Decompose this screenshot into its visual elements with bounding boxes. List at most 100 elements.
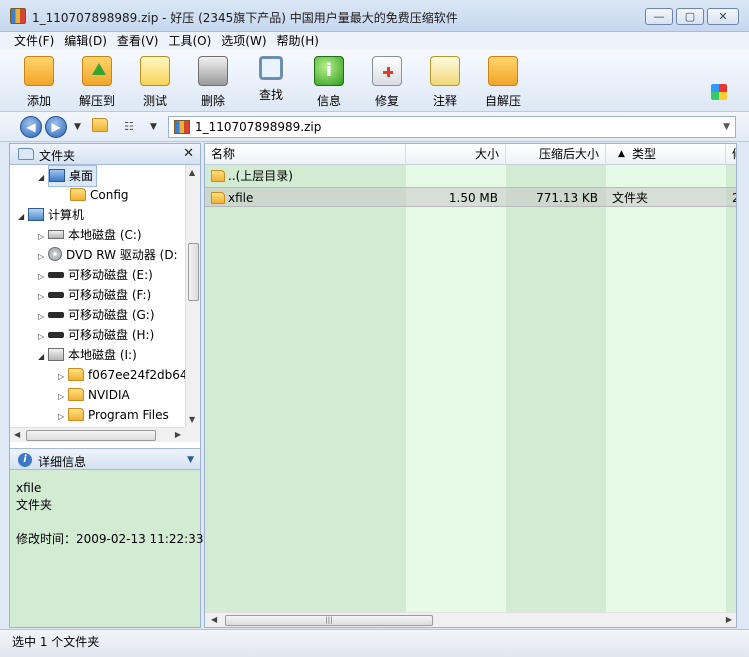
- extract-folder-icon: [82, 56, 112, 86]
- tree-item-computer[interactable]: ◢ 计算机: [18, 205, 84, 225]
- tree-item-desktop[interactable]: ◢ 桌面: [38, 165, 98, 188]
- close-button[interactable]: ✕: [707, 8, 739, 25]
- minimize-button[interactable]: —: [645, 8, 673, 25]
- file-list-pane: 名称 大小 压缩后大小 ▲ 类型 修 ..(上层目录) xfile 1.50 MB…: [204, 143, 737, 628]
- tree-vertical-scrollbar[interactable]: ▲ ▼: [185, 165, 200, 427]
- collapsed-arrow-icon[interactable]: ▷: [38, 287, 48, 307]
- file-row-parent[interactable]: ..(上层目录): [205, 166, 736, 186]
- close-pane-icon[interactable]: ✕: [183, 146, 194, 161]
- comment-button[interactable]: 注释: [418, 56, 472, 110]
- tree-label: DVD RW 驱动器 (D:: [66, 248, 178, 262]
- expanded-arrow-icon[interactable]: ◢: [38, 168, 48, 188]
- column-modified[interactable]: 修: [726, 144, 736, 165]
- menu-options[interactable]: 选项(W): [221, 32, 266, 50]
- collapsed-arrow-icon[interactable]: ▷: [58, 407, 68, 427]
- extract-button[interactable]: 解压到: [70, 56, 124, 110]
- collapsed-arrow-icon[interactable]: ▷: [38, 247, 48, 267]
- trash-icon: [198, 56, 228, 86]
- scroll-right-icon[interactable]: ▶: [175, 430, 181, 439]
- column-packed-size[interactable]: 压缩后大小: [506, 144, 606, 165]
- back-button[interactable]: ◀: [20, 116, 42, 138]
- collapsed-arrow-icon[interactable]: ▷: [38, 307, 48, 327]
- menu-file[interactable]: 文件(F): [14, 32, 54, 50]
- usb-icon: [48, 272, 64, 278]
- tree-item-disk-i[interactable]: ◢ 本地磁盘 (I:): [38, 345, 137, 365]
- magnifier-icon: [259, 56, 283, 80]
- up-folder-icon[interactable]: [92, 118, 108, 132]
- tree-label: 可移动磁盘 (E:): [68, 268, 153, 282]
- expanded-arrow-icon[interactable]: ◢: [18, 207, 28, 227]
- view-mode-icon[interactable]: ☷: [124, 120, 134, 133]
- scroll-up-icon[interactable]: ▲: [189, 168, 195, 177]
- repair-button[interactable]: 修复: [360, 56, 414, 110]
- tree-item-nvidia[interactable]: ▷ NVIDIA: [58, 385, 130, 405]
- menu-tools[interactable]: 工具(O): [168, 32, 211, 50]
- address-input[interactable]: 1_110707898989.zip ▼: [168, 116, 736, 138]
- details-title: 详细信息: [38, 455, 87, 469]
- tree-item-usb-f[interactable]: ▷ 可移动磁盘 (F:): [38, 285, 151, 305]
- tree-label: 可移动磁盘 (H:): [68, 328, 155, 342]
- tree-horizontal-scrollbar[interactable]: ◀ ▶: [10, 427, 185, 442]
- folder-icon: [68, 388, 84, 401]
- file-size: 1.50 MB: [448, 191, 498, 205]
- file-row-xfile[interactable]: xfile 1.50 MB 771.13 KB 文件夹 2: [205, 187, 736, 207]
- test-button[interactable]: 测试: [128, 56, 182, 110]
- history-dropdown-icon[interactable]: ▼: [74, 122, 81, 132]
- collapsed-arrow-icon[interactable]: ▷: [38, 267, 48, 287]
- collapsed-arrow-icon[interactable]: ▷: [58, 387, 68, 407]
- status-text: 选中 1 个文件夹: [12, 635, 100, 649]
- tree-item-disk-c[interactable]: ▷ 本地磁盘 (C:): [38, 225, 142, 245]
- delete-button[interactable]: 删除: [186, 56, 240, 110]
- tree-label: 本地磁盘 (I:): [68, 348, 137, 362]
- view-mode-dropdown-icon[interactable]: ▼: [150, 122, 157, 132]
- detail-type: 文件夹: [16, 498, 53, 512]
- scroll-thumb[interactable]: [26, 430, 156, 441]
- sfx-label: 自解压: [484, 94, 521, 108]
- add-folder-icon: [24, 56, 54, 86]
- scroll-down-icon[interactable]: ▼: [189, 415, 195, 424]
- tree-item-config[interactable]: Config: [70, 185, 129, 205]
- collapsed-arrow-icon[interactable]: ▷: [38, 227, 48, 247]
- tree-item-folder-hash[interactable]: ▷ f067ee24f2db64: [58, 365, 185, 385]
- scroll-thumb[interactable]: [188, 243, 199, 301]
- scroll-right-icon[interactable]: ▶: [726, 615, 732, 624]
- file-list-horizontal-scrollbar[interactable]: ◀ ||| ▶: [205, 612, 736, 627]
- file-packed-size: 771.13 KB: [536, 191, 598, 205]
- details-header[interactable]: i 详细信息 ▼: [10, 448, 200, 470]
- sfx-button[interactable]: 自解压: [476, 56, 530, 110]
- address-bar: ◀ ▶ ▼ ☷ ▼ 1_110707898989.zip ▼: [0, 112, 749, 142]
- add-button[interactable]: 添加: [12, 56, 66, 110]
- add-label: 添加: [26, 94, 51, 108]
- detail-modified: 修改时间：2009-02-13 11:22:33: [16, 532, 204, 546]
- tree-label: Config: [90, 188, 129, 202]
- address-dropdown-icon[interactable]: ▼: [723, 122, 730, 132]
- menu-help[interactable]: 帮助(H): [277, 32, 319, 50]
- tree-item-usb-g[interactable]: ▷ 可移动磁盘 (G:): [38, 305, 155, 325]
- tree-item-usb-e[interactable]: ▷ 可移动磁盘 (E:): [38, 265, 153, 285]
- tree-item-program-files[interactable]: ▷ Program Files: [58, 405, 169, 425]
- tree-label: 本地磁盘 (C:): [68, 228, 142, 242]
- scroll-thumb[interactable]: |||: [225, 615, 433, 626]
- info-button[interactable]: i 信息: [302, 56, 356, 110]
- find-button[interactable]: 查找: [244, 56, 298, 110]
- scroll-left-icon[interactable]: ◀: [14, 430, 20, 439]
- expanded-arrow-icon[interactable]: ◢: [38, 347, 48, 367]
- collapse-arrow-icon[interactable]: ▼: [187, 455, 194, 465]
- menu-view[interactable]: 查看(V): [117, 32, 159, 50]
- skin-palette-icon[interactable]: [711, 84, 727, 100]
- scroll-left-icon[interactable]: ◀: [211, 615, 217, 624]
- maximize-button[interactable]: ▢: [676, 8, 704, 25]
- folder-icon: [68, 408, 84, 421]
- column-type[interactable]: ▲ 类型: [606, 144, 726, 165]
- disk-icon: [48, 230, 64, 239]
- forward-button[interactable]: ▶: [45, 116, 67, 138]
- collapsed-arrow-icon[interactable]: ▷: [58, 367, 68, 387]
- column-size[interactable]: 大小: [406, 144, 506, 165]
- tree-item-dvd-d[interactable]: ▷ DVD RW 驱动器 (D:: [38, 245, 178, 265]
- tree-item-usb-h[interactable]: ▷ 可移动磁盘 (H:): [38, 325, 154, 345]
- menu-edit[interactable]: 编辑(D): [64, 32, 107, 50]
- column-name[interactable]: 名称: [205, 144, 406, 165]
- collapsed-arrow-icon[interactable]: ▷: [38, 327, 48, 347]
- first-aid-icon: [372, 56, 402, 86]
- delete-label: 删除: [200, 94, 225, 108]
